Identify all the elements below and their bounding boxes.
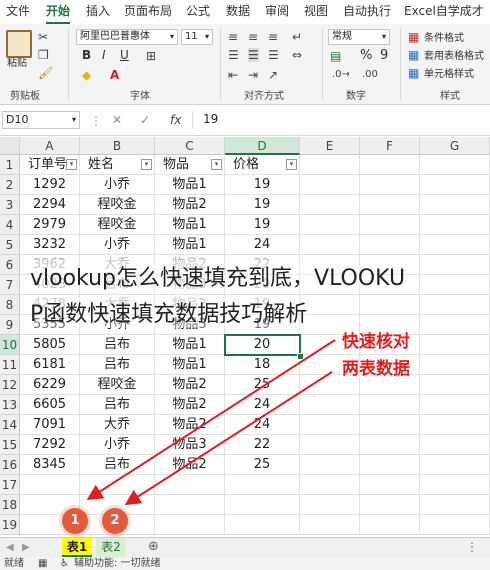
accessibility-icon: ♿ <box>60 558 69 569</box>
arrow-to-badge-1 <box>86 339 336 501</box>
sheet-tab-bar: ◀ ▶ 表1 表2 ⊕ ⋮ <box>0 537 490 558</box>
status-ready: 就绪 <box>4 558 24 569</box>
status-accessibility: 辅助功能: 一切就绪 <box>74 558 161 569</box>
status-bar: 就绪 ▦ ♿ 辅助功能: 一切就绪 <box>0 557 490 570</box>
arrow-to-badge-2 <box>124 371 333 506</box>
add-sheet-icon[interactable]: ⊕ <box>148 540 159 554</box>
scroll-right-icon[interactable]: ▶ <box>22 541 30 555</box>
sheet-tab-1[interactable]: 表1 <box>62 538 92 557</box>
more-icon[interactable]: ⋮ <box>466 540 478 554</box>
scroll-left-icon[interactable]: ◀ <box>6 541 14 555</box>
badge-2: 2 <box>102 508 128 534</box>
sheet-tab-2[interactable]: 表2 <box>96 538 126 557</box>
annotation-arrows <box>86 339 336 506</box>
sheet-view-icon: ▦ <box>38 558 48 569</box>
badge-1: 1 <box>62 508 88 534</box>
